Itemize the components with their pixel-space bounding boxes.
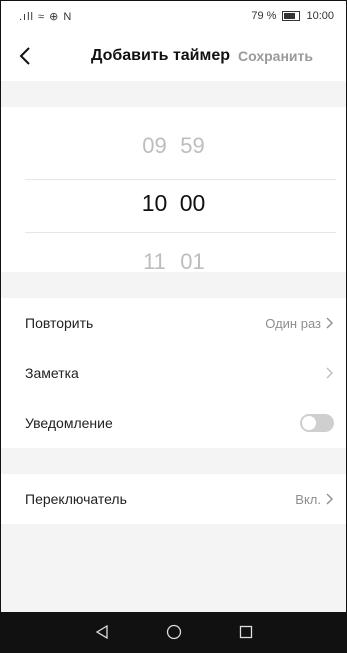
nav-recent-icon[interactable] [238, 624, 254, 640]
notification-row: Уведомление [1, 398, 346, 448]
settings-list: Повторить Один раз Заметка Уведомление [1, 298, 346, 448]
picker-hour-previous: 09 [142, 133, 167, 158]
header: Добавить таймер Сохранить [1, 31, 346, 81]
note-value-wrap [321, 367, 334, 379]
battery-percent: 79 % [251, 10, 277, 22]
time-picker[interactable]: 09 59 10 00 11 01 [1, 107, 346, 275]
picker-row-next[interactable]: 11 01 [1, 249, 346, 275]
spacer [1, 272, 346, 298]
nav-home-icon[interactable] [166, 624, 182, 640]
battery-icon [282, 11, 301, 21]
save-button[interactable]: Сохранить [238, 48, 313, 64]
clock: 10:00 [306, 10, 334, 22]
switch-section: Переключатель Вкл. [1, 474, 346, 524]
status-right: 79 % 10:00 [251, 10, 334, 22]
back-chevron-icon[interactable] [19, 39, 53, 73]
toggle-knob [302, 416, 316, 430]
nav-back-icon[interactable] [94, 624, 110, 640]
switch-value-wrap: Вкл. [295, 492, 334, 507]
notification-toggle[interactable] [300, 414, 334, 432]
spacer [1, 448, 346, 474]
note-row[interactable]: Заметка [1, 348, 346, 398]
page-title: Добавить таймер [91, 47, 231, 64]
picker-minute-previous: 59 [180, 133, 205, 158]
system-nav-bar [1, 612, 346, 652]
picker-minute-next: 01 [180, 249, 205, 274]
picker-row-selected[interactable]: 10 00 [1, 190, 346, 217]
repeat-label: Повторить [25, 315, 94, 331]
chevron-right-icon [326, 493, 333, 505]
chevron-right-icon [326, 367, 333, 379]
switch-row[interactable]: Переключатель Вкл. [1, 474, 346, 524]
chevron-right-icon [326, 317, 333, 329]
switch-label: Переключатель [25, 491, 127, 507]
picker-row-previous[interactable]: 09 59 [1, 133, 346, 159]
status-icons: .ıll ≈ ⊕ N [19, 10, 72, 23]
spacer [1, 81, 346, 107]
repeat-value-wrap: Один раз [265, 316, 334, 331]
repeat-value: Один раз [265, 315, 321, 331]
switch-value: Вкл. [295, 491, 321, 507]
status-bar: .ıll ≈ ⊕ N 79 % 10:00 [1, 1, 346, 31]
repeat-row[interactable]: Повторить Один раз [1, 298, 346, 348]
note-label: Заметка [25, 365, 79, 381]
picker-hour-next: 11 [143, 249, 166, 274]
picker-minute-selected: 00 [179, 190, 206, 216]
picker-hour-selected: 10 [141, 190, 168, 216]
picker-divider-top [25, 179, 336, 180]
signal-icons: .ıll ≈ ⊕ N [19, 10, 73, 23]
screen: .ıll ≈ ⊕ N 79 % 10:00 Добавить таймер Со… [0, 0, 347, 653]
picker-divider-bottom [25, 232, 336, 233]
notification-label: Уведомление [25, 415, 113, 431]
